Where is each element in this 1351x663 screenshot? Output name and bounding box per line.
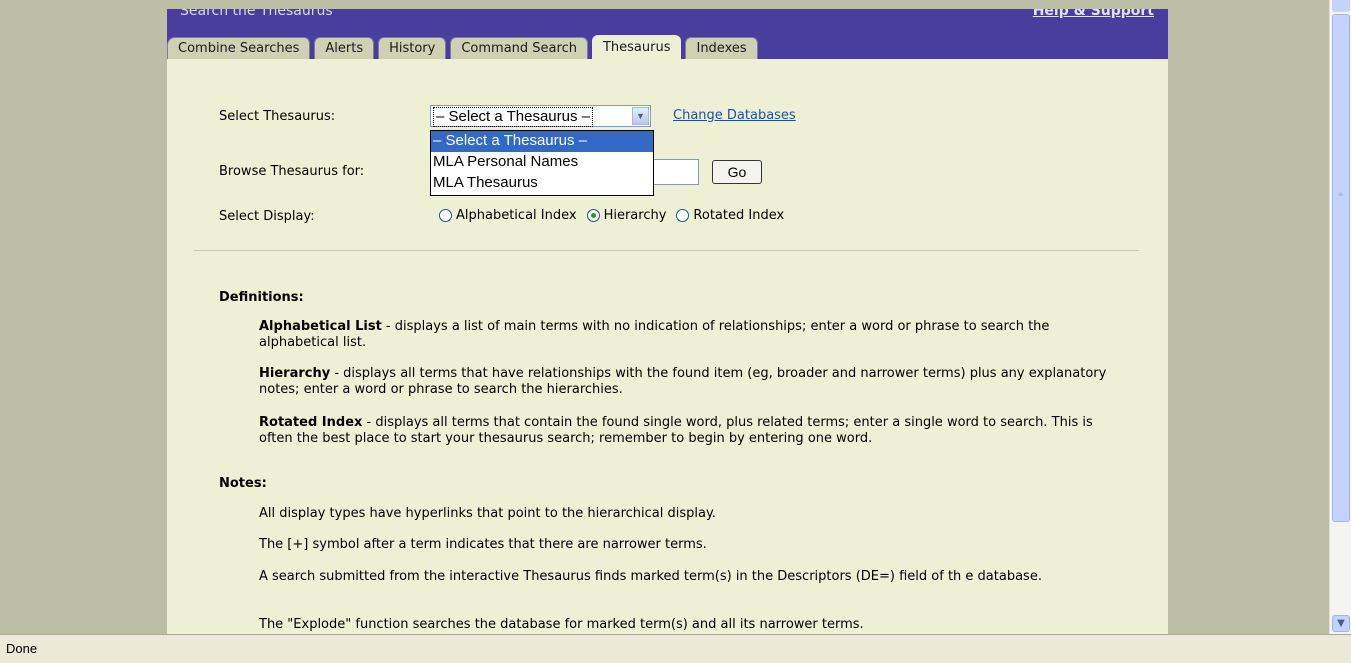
radio-circle-icon[interactable] <box>676 209 690 222</box>
definition-text: - displays all terms that contain the fo… <box>259 415 1093 446</box>
chevron-down-icon[interactable]: ▼ <box>632 107 649 125</box>
display-radio-group: Alphabetical Index Hierarchy Rotated Ind… <box>439 208 794 223</box>
divider <box>194 250 1139 251</box>
note-item: A search submitted from the interactive … <box>259 569 1042 584</box>
definition-term: Hierarchy <box>259 366 331 381</box>
tab-alerts[interactable]: Alerts <box>314 37 375 59</box>
tab-thesaurus[interactable]: Thesaurus <box>591 35 682 59</box>
select-display-label: Select Display: <box>219 209 315 224</box>
tab-combine-searches[interactable]: Combine Searches <box>167 37 311 59</box>
scrollbar-top-cap <box>1332 0 1350 12</box>
tab-bar: Combine Searches Alerts History Command … <box>167 35 758 59</box>
thesaurus-select-value: – Select a Thesaurus – <box>433 107 593 127</box>
radio-circle-icon[interactable] <box>439 209 452 222</box>
status-bar: Done <box>0 634 1351 663</box>
definition-term: Alphabetical List <box>259 319 382 334</box>
radio-label: Hierarchy <box>603 208 667 223</box>
radio-label: Alphabetical Index <box>456 208 577 223</box>
definition-hierarchy: Hierarchy - displays all terms that have… <box>259 366 1129 398</box>
note-item: The [+] symbol after a term indicates th… <box>259 537 707 552</box>
status-text: Done <box>6 641 38 656</box>
browser-viewport: Search the Thesaurus Help & Support Comb… <box>0 9 1329 634</box>
definition-rotated-index: Rotated Index - displays all terms that … <box>259 415 1129 447</box>
radio-alphabetical-index[interactable]: Alphabetical Index <box>439 208 577 223</box>
radio-label: Rotated Index <box>693 208 785 223</box>
definition-text: - displays all terms that have relations… <box>259 366 1107 397</box>
definition-term: Rotated Index <box>259 415 363 430</box>
header-bar: Search the Thesaurus Help & Support Comb… <box>167 9 1168 59</box>
radio-circle-checked-icon[interactable] <box>586 209 600 222</box>
go-button[interactable]: Go <box>712 160 762 184</box>
definition-alphabetical-list: Alphabetical List - displays a list of m… <box>259 319 1129 351</box>
scrollbar-grip-icon: ≡ <box>1338 191 1344 198</box>
tab-command-search[interactable]: Command Search <box>450 37 588 59</box>
dropdown-option-select[interactable]: – Select a Thesaurus – <box>431 131 653 152</box>
tab-history[interactable]: History <box>378 37 447 59</box>
thesaurus-panel: Search the Thesaurus Help & Support Comb… <box>167 9 1168 634</box>
dropdown-option-mla-personal-names[interactable]: MLA Personal Names <box>431 152 653 173</box>
notes-heading: Notes: <box>219 476 267 491</box>
note-item: The "Explode" function searches the data… <box>259 617 864 632</box>
definitions-heading: Definitions: <box>219 290 304 305</box>
radio-hierarchy[interactable]: Hierarchy <box>586 208 667 223</box>
help-support-link[interactable]: Help & Support <box>1033 9 1154 19</box>
browse-thesaurus-label: Browse Thesaurus for: <box>219 164 365 179</box>
page-title: Search the Thesaurus <box>180 9 333 19</box>
select-thesaurus-label: Select Thesaurus: <box>219 109 336 124</box>
browse-thesaurus-input[interactable] <box>651 159 699 185</box>
thesaurus-select[interactable]: – Select a Thesaurus – ▼ <box>430 105 651 127</box>
thesaurus-dropdown-list: – Select a Thesaurus – MLA Personal Name… <box>430 130 654 196</box>
note-item: All display types have hyperlinks that p… <box>259 506 716 521</box>
radio-rotated-index[interactable]: Rotated Index <box>676 208 784 223</box>
change-databases-link[interactable]: Change Databases <box>673 108 796 123</box>
dropdown-option-mla-thesaurus[interactable]: MLA Thesaurus <box>431 173 653 194</box>
tab-indexes[interactable]: Indexes <box>685 37 758 59</box>
scrollbar-thumb[interactable]: ≡ <box>1332 14 1350 522</box>
vertical-scrollbar[interactable]: ≡ ▼ <box>1329 0 1351 634</box>
scroll-down-arrow-icon[interactable]: ▼ <box>1332 615 1350 632</box>
